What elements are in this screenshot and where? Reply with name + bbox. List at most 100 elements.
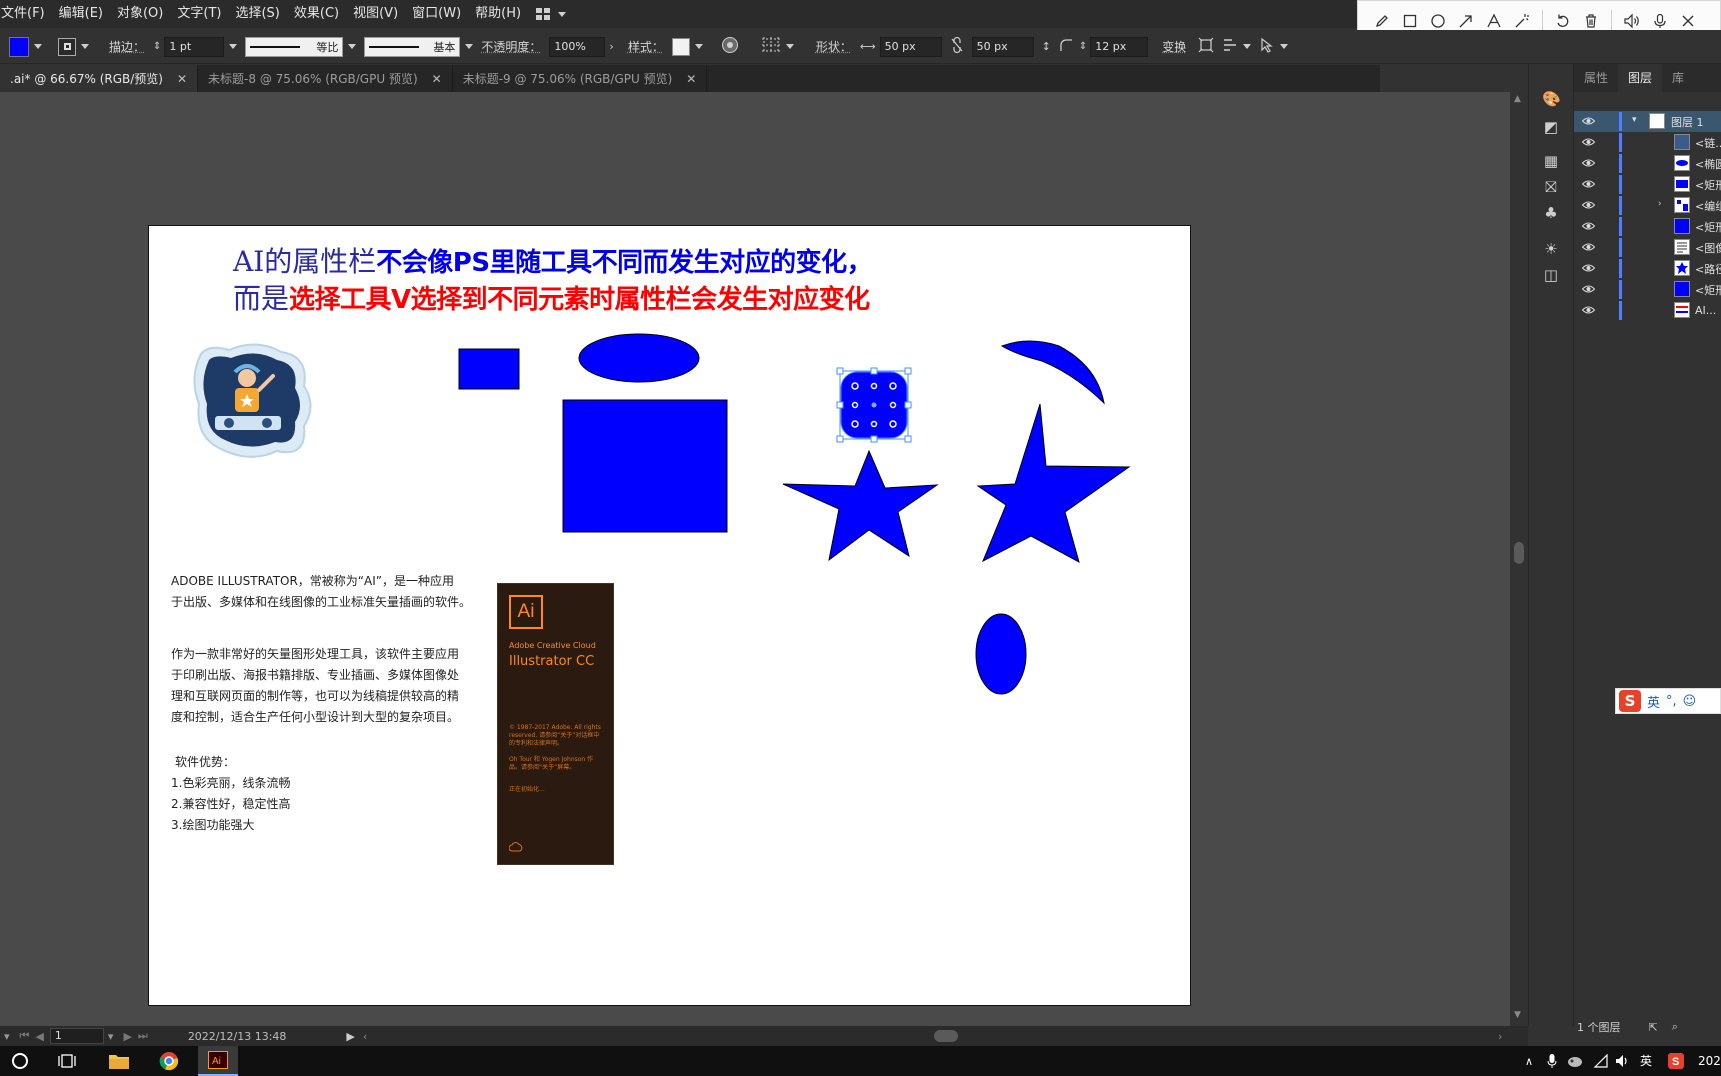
- stepper-icon[interactable]: ⇕: [1079, 41, 1087, 52]
- layer-row[interactable]: <链...: [1574, 132, 1721, 153]
- scroll-left-icon[interactable]: ‹: [363, 1030, 367, 1043]
- brush-box[interactable]: 基本: [364, 36, 461, 57]
- layer-name[interactable]: <图像...: [1695, 240, 1721, 256]
- stroke-profile-box[interactable]: 等比: [245, 36, 344, 57]
- stroke-label[interactable]: 描边：: [109, 38, 145, 55]
- menu-object[interactable]: 对象(O): [110, 0, 170, 28]
- illustrator-splash-image[interactable]: Ai Adobe Creative Cloud Illustrator CC ©…: [497, 583, 614, 865]
- color-guide-icon[interactable]: ◩: [1542, 118, 1560, 136]
- layer-name[interactable]: <链...: [1695, 135, 1721, 151]
- layer-name[interactable]: <矩形...: [1695, 177, 1721, 193]
- intro-paragraph[interactable]: ADOBE ILLUSTRATOR，常被称为“AI”，是一种应用 于出版、多媒体…: [171, 571, 471, 613]
- stroke-profile-dropdown[interactable]: 等比: [245, 36, 357, 57]
- menu-select[interactable]: 选择(S): [228, 0, 286, 28]
- layer-row[interactable]: <矩形...: [1574, 174, 1721, 195]
- chevron-right-icon[interactable]: ›: [609, 40, 613, 53]
- input-method-bar[interactable]: S 英 °, ☺: [1615, 688, 1721, 714]
- layer-name[interactable]: <椭圆...: [1695, 156, 1721, 172]
- eye-icon[interactable]: [1582, 263, 1595, 273]
- fill-swatch[interactable]: [9, 36, 42, 57]
- arc-shape[interactable]: [1000, 340, 1105, 405]
- chevron-up-icon[interactable]: ∧: [1522, 1051, 1536, 1071]
- layer-row[interactable]: <椭圆...: [1574, 153, 1721, 174]
- transform-button[interactable]: 变换: [1162, 38, 1186, 55]
- layer-name[interactable]: <矩形...: [1695, 219, 1721, 235]
- bottom-ellipse[interactable]: [975, 613, 1027, 695]
- usage-paragraph[interactable]: 作为一款非常好的矢量图形处理工具，该软件主要应用 于印刷出版、海报书籍排版、专业…: [171, 644, 459, 728]
- tab-document-8[interactable]: 未标题-8 @ 75.06% (RGB/GPU 预览) ✕: [198, 65, 453, 92]
- layer-row[interactable]: <矩形...: [1574, 279, 1721, 300]
- close-icon[interactable]: ✕: [686, 72, 696, 86]
- scroll-up-icon[interactable]: ▲: [1514, 94, 1521, 104]
- layer-name[interactable]: <矩形...: [1695, 282, 1721, 298]
- stroke-swatch[interactable]: [58, 37, 89, 56]
- layer-row[interactable]: <路径...: [1574, 258, 1721, 279]
- layer-row[interactable]: AI...: [1574, 300, 1721, 321]
- menu-effect[interactable]: 效果(C): [287, 0, 346, 28]
- large-star[interactable]: [976, 403, 1131, 564]
- opacity-label[interactable]: 不透明度：: [481, 38, 541, 55]
- corner-field[interactable]: ⇕ 12 px: [1059, 36, 1149, 57]
- punctuation-icon[interactable]: °,: [1666, 694, 1677, 709]
- symbols-icon[interactable]: ♣: [1542, 204, 1560, 222]
- graphic-styles-icon[interactable]: ◫: [1542, 266, 1560, 284]
- layer-name[interactable]: AI...: [1695, 304, 1716, 317]
- emoji-icon[interactable]: ☺: [1683, 694, 1697, 709]
- sogou-tray-icon[interactable]: S: [1666, 1051, 1686, 1071]
- eye-icon[interactable]: [1582, 284, 1595, 294]
- eye-icon[interactable]: [1582, 116, 1595, 126]
- align-dropdown[interactable]: [761, 37, 794, 56]
- tray-app-icon[interactable]: [1566, 1051, 1584, 1071]
- stepper-icon[interactable]: ⇕: [153, 41, 161, 52]
- opacity-field[interactable]: 100% ›: [549, 36, 614, 57]
- opacity-input[interactable]: 100%: [549, 36, 606, 57]
- page-number-input[interactable]: 1: [49, 1028, 104, 1044]
- selected-rounded-rectangle[interactable]: [836, 367, 912, 443]
- microphone-icon[interactable]: [1545, 1051, 1559, 1071]
- artboard[interactable]: AI的属性栏不会像PS里随工具不同而发生对应的变化， 而是选择工具V选择到不同元…: [148, 225, 1191, 1006]
- network-icon[interactable]: [1592, 1051, 1610, 1071]
- eye-icon[interactable]: [1582, 221, 1595, 231]
- eye-icon[interactable]: [1582, 242, 1595, 252]
- color-palette-icon[interactable]: 🎨: [1542, 90, 1561, 108]
- tab-document-1[interactable]: .ai* @ 66.67% (RGB/预览) ✕: [0, 65, 199, 92]
- layer-row-top[interactable]: ▾ 图层 1: [1574, 111, 1721, 132]
- brushes-icon[interactable]: ⛝: [1542, 178, 1560, 196]
- cortana-icon[interactable]: [10, 1051, 30, 1071]
- close-icon[interactable]: ✕: [432, 72, 442, 86]
- layer-name[interactable]: <编组...: [1695, 198, 1721, 214]
- file-explorer-icon[interactable]: [107, 1051, 131, 1071]
- menu-edit[interactable]: 编辑(E): [52, 0, 110, 28]
- stroke-weight-field[interactable]: ⇕ 1 pt: [153, 36, 238, 57]
- menu-file[interactable]: 文件(F): [0, 0, 52, 28]
- workspace-switcher[interactable]: [536, 8, 567, 20]
- layer-row[interactable]: <图像...: [1574, 237, 1721, 258]
- isolate-button[interactable]: [1198, 37, 1214, 56]
- advantages-list[interactable]: 软件优势： 1.色彩亮丽，线条流畅 2.兼容性好，稳定性高 3.绘图功能强大: [171, 752, 290, 836]
- scrollbar-thumb[interactable]: [1514, 542, 1524, 564]
- chevron-down-icon[interactable]: ▾: [4, 1030, 10, 1043]
- vertical-scrollbar[interactable]: ▲ ▼: [1510, 92, 1528, 1026]
- menu-type[interactable]: 文字(T): [170, 0, 228, 28]
- height-field[interactable]: 50 px: [971, 36, 1034, 57]
- chrome-icon[interactable]: [157, 1051, 181, 1071]
- eye-icon[interactable]: [1582, 179, 1595, 189]
- appearance-icon[interactable]: ☀: [1542, 240, 1560, 258]
- illustrator-taskbar-button[interactable]: Ai: [198, 1046, 238, 1076]
- shape-label[interactable]: 形状：: [816, 38, 852, 55]
- tab-properties[interactable]: 属性: [1574, 64, 1618, 92]
- arrange-dropdown[interactable]: [1222, 37, 1252, 56]
- stroke-weight-input[interactable]: 1 pt: [164, 36, 225, 57]
- ellipse-shape[interactable]: [578, 333, 700, 383]
- prev-page-icon[interactable]: ◀: [35, 1030, 43, 1043]
- task-view-icon[interactable]: [57, 1051, 79, 1071]
- menu-view[interactable]: 视图(V): [346, 0, 405, 28]
- eye-icon[interactable]: [1582, 200, 1595, 210]
- large-rectangle[interactable]: [562, 399, 728, 533]
- layer-row[interactable]: <矩形...: [1574, 216, 1721, 237]
- close-icon[interactable]: ✕: [177, 72, 187, 86]
- height-input[interactable]: 50 px: [971, 36, 1034, 57]
- taskbar-ime-language[interactable]: 英: [1640, 1046, 1652, 1076]
- brush-dropdown[interactable]: 基本: [364, 36, 474, 57]
- corner-input[interactable]: 12 px: [1090, 36, 1149, 57]
